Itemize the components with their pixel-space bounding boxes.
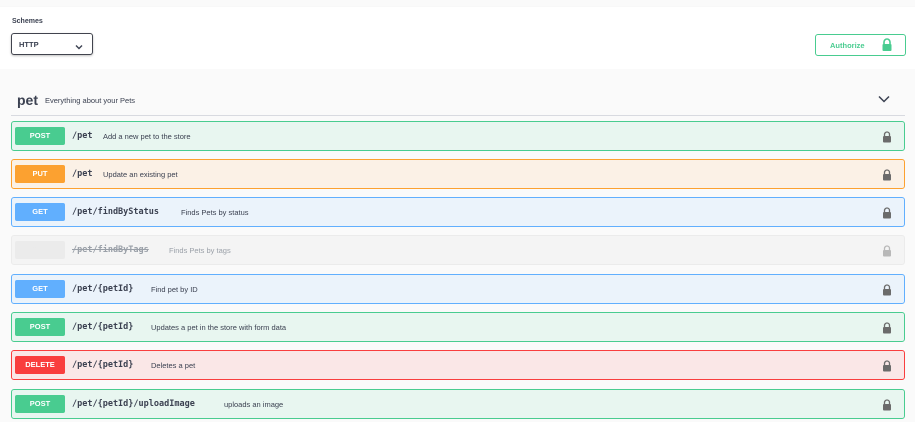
operation-get-pet-by-id[interactable]: GET /pet/{petId} Find pet by ID [11,274,905,304]
lock-icon[interactable] [882,130,892,148]
schemes-selected-value: HTTP [19,40,39,49]
tag-section-header[interactable]: pet Everything about your Pets [11,84,905,116]
chevron-down-icon [75,39,83,57]
operation-summary: Updates a pet in the store with form dat… [151,323,287,332]
authorize-button[interactable]: Authorize [815,34,906,56]
operation-path: /pet/{petId} [72,322,134,332]
chevron-down-icon[interactable] [877,92,891,110]
operation-path: /pet/{petId} [72,284,134,294]
operation-summary: Update an existing pet [103,170,178,179]
lock-icon[interactable] [882,321,892,339]
operation-path: /pet [72,131,93,141]
operation-summary: Finds Pets by status [181,208,249,217]
lock-icon[interactable] [882,398,892,416]
operation-post-pet[interactable]: POST /pet Add a new pet to the store [11,121,905,151]
method-badge: GET [15,203,65,221]
operation-path: /pet/{petId}/uploadImage [72,399,195,409]
method-badge: GET [15,241,65,259]
operation-path: /pet/findByTags [72,245,149,255]
lock-icon[interactable] [882,359,892,377]
operation-path: /pet [72,169,93,179]
operation-summary: Find pet by ID [151,285,198,294]
tag-description: Everything about your Pets [45,96,136,105]
operation-post-pet-by-id[interactable]: POST /pet/{petId} Updates a pet in the s… [11,312,905,342]
method-badge: POST [15,395,65,413]
tag-name: pet [17,92,38,108]
operation-path: /pet/{petId} [72,360,134,370]
operation-post-upload-image[interactable]: POST /pet/{petId}/uploadImage uploads an… [11,389,905,419]
operation-path: /pet/findByStatus [72,207,159,217]
operation-put-pet[interactable]: PUT /pet Update an existing pet [11,159,905,189]
authorize-label: Authorize [830,41,865,50]
method-badge: POST [15,127,65,145]
method-badge: DELETE [15,356,65,374]
lock-icon[interactable] [882,206,892,224]
lock-icon [881,38,893,57]
scheme-container: Schemes HTTP Authorize [0,7,915,69]
operation-delete-pet[interactable]: DELETE /pet/{petId} Deletes a pet [11,350,905,380]
schemes-label: Schemes [12,18,43,25]
operation-get-find-by-status[interactable]: GET /pet/findByStatus Finds Pets by stat… [11,197,905,227]
method-badge: POST [15,318,65,336]
lock-icon[interactable] [882,244,892,262]
lock-icon[interactable] [882,168,892,186]
operation-get-find-by-tags[interactable]: GET /pet/findByTags Finds Pets by tags [11,235,905,265]
operation-summary: Deletes a pet [151,361,196,370]
method-badge: GET [15,280,65,298]
lock-icon[interactable] [882,283,892,301]
schemes-select[interactable]: HTTP [11,33,93,55]
operation-summary: uploads an image [224,400,284,409]
operation-summary: Add a new pet to the store [103,132,191,141]
operation-summary: Finds Pets by tags [169,246,231,255]
method-badge: PUT [15,165,65,183]
